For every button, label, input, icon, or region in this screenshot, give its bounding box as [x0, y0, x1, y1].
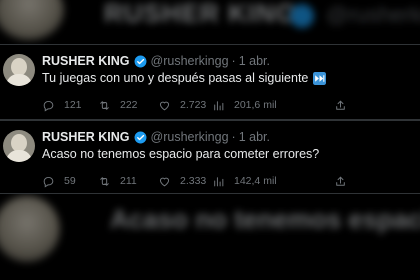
tweet-text-content: Acaso no tenemos espacio para cometer er… [42, 147, 320, 161]
reply-count: 121 [64, 99, 82, 111]
avatar[interactable] [3, 54, 35, 86]
separator-dot: · [231, 130, 236, 144]
heart-icon [159, 177, 170, 186]
like-count: 2.333 [180, 175, 207, 187]
backdrop-verified-icon [290, 4, 314, 28]
like-button[interactable]: 2.723 [158, 97, 206, 113]
retweet-count: 222 [120, 99, 138, 111]
reply-icon [43, 176, 54, 188]
tweet-card[interactable]: RUSHER KING @rusherkingg · 1 abr. Acaso … [0, 120, 420, 194]
share-icon [336, 176, 345, 186]
retweet-icon [100, 100, 109, 110]
views-button[interactable]: 201,6 mil [212, 97, 277, 113]
views-chart-icon [214, 100, 224, 110]
backdrop-name-top: RUSHER KING [104, 0, 298, 28]
backdrop-avatar-bottom [0, 196, 60, 262]
tweet-date[interactable]: 1 abr. [239, 130, 270, 144]
user-handle[interactable]: @rusherkingg [151, 130, 229, 144]
tweet-text: Tu juegas con uno y después pasas al sig… [42, 71, 327, 85]
retweet-button[interactable]: 222 [98, 97, 138, 113]
tweet-text: Acaso no tenemos espacio para cometer er… [42, 147, 319, 161]
display-name[interactable]: RUSHER KING [42, 54, 130, 68]
like-count: 2.723 [180, 99, 207, 111]
share-button[interactable] [334, 97, 347, 113]
heart-icon [159, 101, 170, 110]
reply-button[interactable]: 59 [42, 173, 76, 189]
verified-badge-icon [134, 55, 146, 67]
tweet-date[interactable]: 1 abr. [239, 54, 270, 68]
avatar[interactable] [3, 130, 35, 162]
retweet-count: 211 [120, 175, 137, 187]
tweet-card[interactable]: RUSHER KING @rusherkingg · 1 abr. Tu jue… [0, 44, 420, 120]
share-button[interactable] [334, 173, 347, 189]
retweet-icon [100, 176, 109, 186]
user-handle[interactable]: @rusherkingg [151, 54, 229, 68]
verified-badge-icon [134, 131, 146, 143]
backdrop-avatar-top [0, 0, 64, 40]
reply-icon [43, 100, 54, 112]
tweet-actions: 121 222 2.723 201,6 mil [42, 97, 352, 113]
reply-button[interactable]: 121 [42, 97, 82, 113]
views-count: 201,6 mil [234, 99, 277, 111]
tweet-text-content: Tu juegas con uno y después pasas al sig… [42, 71, 309, 85]
fast-forward-emoji-icon [313, 71, 327, 85]
backdrop-text-bottom: Acaso no tenemos espacio [110, 204, 420, 234]
like-button[interactable]: 2.333 [158, 173, 206, 189]
retweet-button[interactable]: 211 [98, 173, 137, 189]
display-name[interactable]: RUSHER KING [42, 130, 130, 144]
views-button[interactable]: 142,4 mil [212, 173, 277, 189]
views-chart-icon [214, 176, 224, 186]
tweet-header: RUSHER KING @rusherkingg · 1 abr. [42, 53, 270, 69]
backdrop-handle-top: @rusherkingg [326, 2, 420, 27]
views-count: 142,4 mil [234, 175, 277, 187]
reply-count: 59 [64, 175, 76, 187]
tweet-actions: 59 211 2.333 142,4 mil [42, 173, 352, 189]
separator-dot: · [231, 54, 236, 68]
tweet-header: RUSHER KING @rusherkingg · 1 abr. [42, 129, 270, 145]
share-icon [336, 100, 345, 110]
